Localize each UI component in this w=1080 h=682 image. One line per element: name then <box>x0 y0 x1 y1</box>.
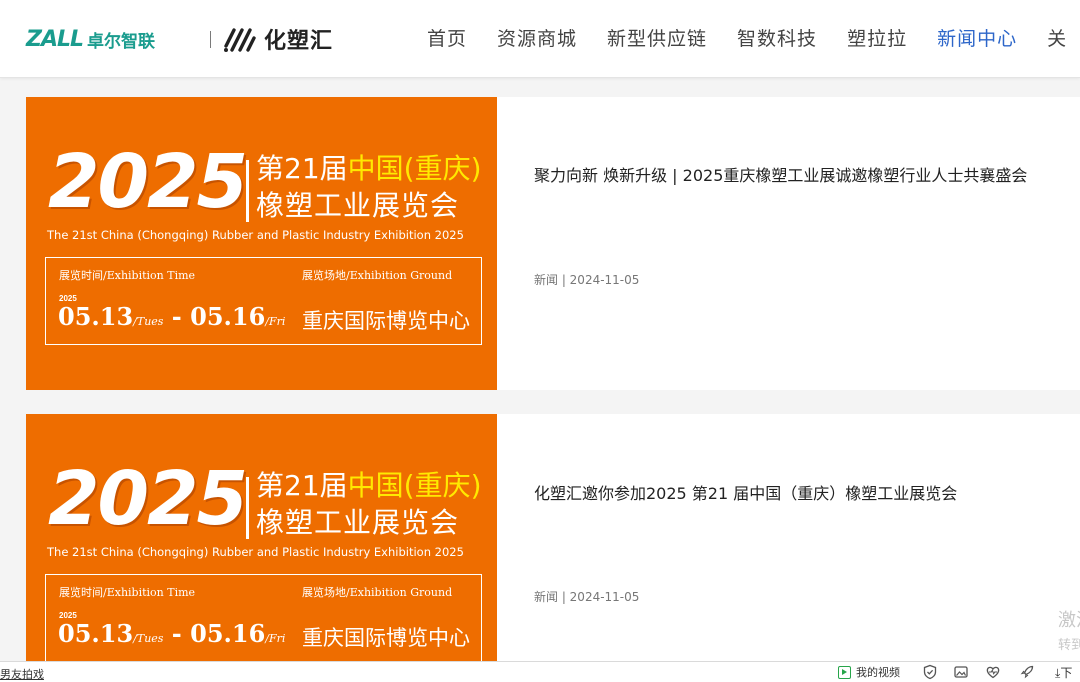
heart-pulse-icon[interactable] <box>985 664 1001 680</box>
article-title[interactable]: 化塑汇邀你参加2025 第21 届中国（重庆）橡塑工业展览会 <box>534 480 957 504</box>
thumb-time-label: 展览时间/Exhibition Time <box>59 586 196 599</box>
thumb-year: 2025 <box>48 139 248 225</box>
thumb-time-label: 展览时间/Exhibition Time <box>59 269 196 282</box>
thumb-info-box: 展览时间/Exhibition Time 展览场地/Exhibition Gro… <box>45 574 482 662</box>
main-nav: 首页 资源商城 新型供应链 智数科技 塑拉拉 新闻中心 关 <box>427 26 1080 52</box>
huasuhui-logo[interactable]: 化塑汇 <box>222 21 333 57</box>
zall-logo-cn: 卓尔智联 <box>87 31 156 52</box>
image-icon[interactable] <box>953 664 969 680</box>
thumb-divider <box>246 477 249 539</box>
thumb-divider <box>246 160 249 222</box>
download-label: 下 <box>1060 666 1073 680</box>
browser-status-bar: 男友拍戏 我的视频 ⤓下 <box>0 661 1080 682</box>
site-header: ZALL 卓尔智联 化塑汇 首页 资源商城 新型供应链 智数科技 塑拉拉 新闻中… <box>0 0 1080 78</box>
shield-icon[interactable] <box>922 664 938 680</box>
status-bar-link[interactable]: 男友拍戏 <box>0 666 44 682</box>
my-videos-label: 我的视频 <box>856 666 900 679</box>
article-meta: 新闻 | 2024-11-05 <box>534 590 640 604</box>
zall-logo[interactable]: ZALL 卓尔智联 <box>26 26 155 52</box>
huasuhui-mark-icon <box>224 28 256 52</box>
download-button[interactable]: ⤓下 <box>1055 664 1072 681</box>
rocket-icon[interactable] <box>1019 664 1035 680</box>
article-thumbnail[interactable]: 2025 第21届中国(重庆) 橡塑工业展览会 The 21st China (… <box>26 414 497 682</box>
thumb-headline-1: 第21届中国(重庆) <box>256 469 482 502</box>
news-list-item[interactable]: 2025 第21届中国(重庆) 橡塑工业展览会 The 21st China (… <box>26 97 1080 390</box>
nav-item-data-tech[interactable]: 智数科技 <box>737 26 817 52</box>
nav-item-supply-chain[interactable]: 新型供应链 <box>607 26 707 52</box>
zall-logo-text: ZALL <box>26 26 84 52</box>
play-icon <box>838 665 851 679</box>
thumb-venue: 重庆国际博览中心 <box>302 309 470 333</box>
thumb-headline-2: 橡塑工业展览会 <box>256 189 460 222</box>
nav-item-home[interactable]: 首页 <box>427 26 467 52</box>
my-videos-button[interactable]: 我的视频 <box>838 664 900 680</box>
nav-item-sulala[interactable]: 塑拉拉 <box>847 26 907 52</box>
article-thumbnail[interactable]: 2025 第21届中国(重庆) 橡塑工业展览会 The 21st China (… <box>26 97 497 390</box>
thumb-english-title: The 21st China (Chongqing) Rubber and Pl… <box>47 545 464 559</box>
article-title[interactable]: 聚力向新 焕新升级 | 2025重庆橡塑工业展诚邀橡塑行业人士共襄盛会 <box>534 162 1027 186</box>
thumb-venue: 重庆国际博览中心 <box>302 626 470 650</box>
news-list-item[interactable]: 2025 第21届中国(重庆) 橡塑工业展览会 The 21st China (… <box>26 414 1080 682</box>
thumb-english-title: The 21st China (Chongqing) Rubber and Pl… <box>47 228 464 242</box>
logo-divider <box>210 31 211 48</box>
thumb-year: 2025 <box>48 456 248 542</box>
thumb-dates: 05.13/Tues - 05.16/Fri <box>58 619 286 648</box>
article-meta: 新闻 | 2024-11-05 <box>534 273 640 287</box>
thumb-headline-1: 第21届中国(重庆) <box>256 152 482 185</box>
thumb-info-box: 展览时间/Exhibition Time 展览场地/Exhibition Gro… <box>45 257 482 345</box>
thumb-dates: 05.13/Tues - 05.16/Fri <box>58 302 286 331</box>
thumb-headline-2: 橡塑工业展览会 <box>256 506 460 539</box>
thumb-ground-label: 展览场地/Exhibition Ground <box>302 586 453 599</box>
nav-item-about[interactable]: 关 <box>1047 26 1067 52</box>
nav-item-resource-mall[interactable]: 资源商城 <box>497 26 577 52</box>
nav-item-news-center[interactable]: 新闻中心 <box>937 26 1017 52</box>
huasuhui-logo-text: 化塑汇 <box>264 29 334 54</box>
thumb-ground-label: 展览场地/Exhibition Ground <box>302 269 453 282</box>
activation-watermark: 激活 转到 <box>1058 610 1080 653</box>
